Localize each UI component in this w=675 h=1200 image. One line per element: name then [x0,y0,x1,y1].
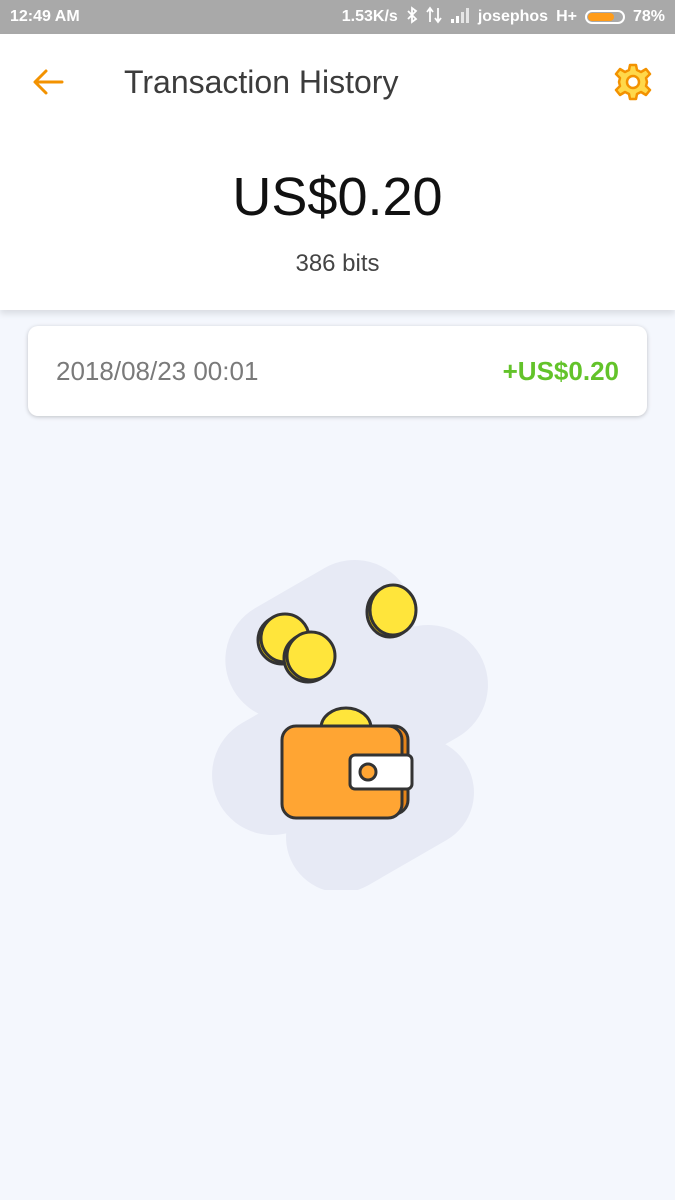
balance-bits: 386 bits [295,250,380,277]
battery-percent: 78% [632,8,665,25]
data-transfer-icon [426,6,442,29]
balance-header: Transaction History US$0.20 386 bits [0,34,675,310]
carrier-name: josephos [477,8,549,25]
balance-amount: US$0.20 [232,167,443,227]
transaction-row[interactable]: 2018/08/23 00:01 +US$0.20 [28,326,647,416]
settings-button[interactable] [611,60,655,104]
bluetooth-icon [406,5,418,29]
battery-fill [587,13,615,21]
wallet-with-coins-icon [212,560,488,890]
gear-icon [614,63,652,101]
back-button[interactable] [28,62,68,102]
network-speed: 1.53K/s [341,8,398,25]
status-bar: 12:49 AM 1.53K/s josephos H+ 78% [0,0,675,34]
arrow-left-icon [33,69,64,95]
battery-icon [584,10,625,24]
status-time: 12:49 AM [10,8,80,25]
network-type: H+ [556,8,577,25]
status-right: 1.53K/s josephos H+ 78% [341,5,665,29]
signal-icon [450,7,470,28]
transaction-date: 2018/08/23 00:01 [56,355,259,386]
page-title: Transaction History [124,64,399,100]
transaction-amount: +US$0.20 [502,355,619,386]
